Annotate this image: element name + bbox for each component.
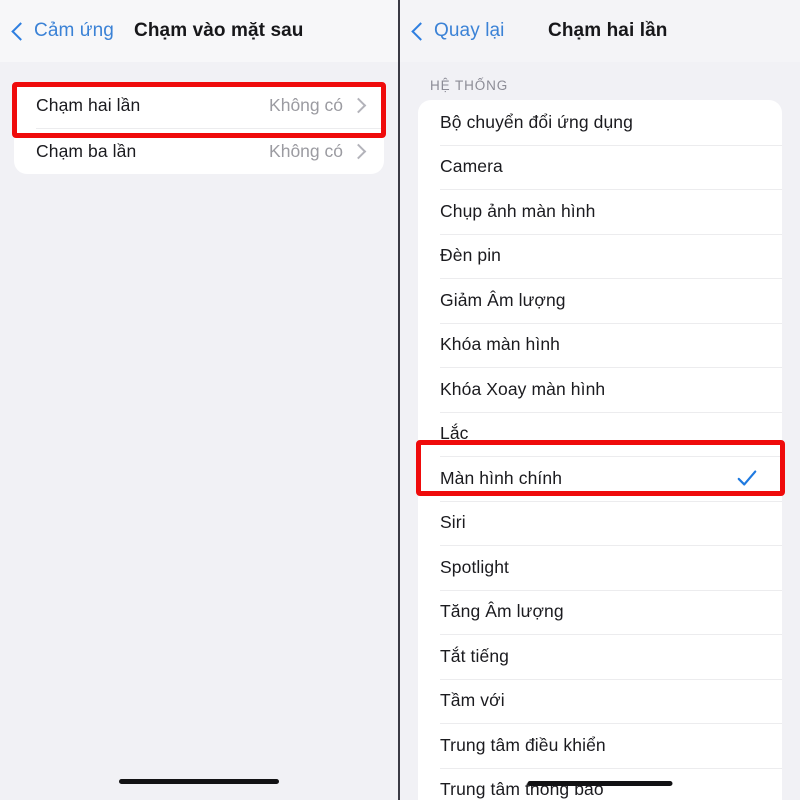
right-phone-panel: Quay lại Chạm hai lần HỆ THỐNG Bộ chuyển… [400, 0, 800, 800]
action-row[interactable]: Đèn pin [418, 233, 782, 279]
action-row[interactable]: Khóa Xoay màn hình [418, 367, 782, 412]
action-row-label: Siri [440, 512, 466, 533]
action-row-label: Khóa màn hình [440, 334, 560, 355]
action-row-label: Trung tâm điều khiển [440, 734, 606, 755]
section-header-he-thong: HỆ THỐNG [430, 78, 509, 93]
action-row-label: Chụp ảnh màn hình [440, 200, 596, 221]
row-value: Không có [269, 140, 343, 161]
right-list-scroll-area[interactable]: Bộ chuyển đổi ứng dụng Camera Chụp ảnh màn… [400, 100, 800, 800]
right-back-label: Quay lại [434, 20, 505, 41]
action-row[interactable]: Trung tâm điều khiển [418, 723, 782, 768]
left-back-label: Cảm ứng [34, 20, 114, 41]
left-page-title: Chạm vào mặt sau [134, 20, 304, 41]
dual-phone-screenshot: Cảm ứng Chạm vào mặt sau Chạm hai lần Kh… [0, 0, 800, 800]
chevron-left-icon [11, 22, 30, 41]
action-row-label: Spotlight [440, 556, 510, 577]
action-row[interactable]: Tầm với [418, 678, 782, 724]
right-home-indicator [527, 781, 673, 786]
action-row-label: Lắc [440, 423, 469, 444]
right-back-button[interactable]: Quay lại [411, 20, 505, 42]
right-page-title: Chạm hai lần [548, 20, 668, 41]
right-navigation-bar: Quay lại Chạm hai lần [400, 0, 800, 62]
chevron-right-icon [350, 143, 367, 159]
checkmark-icon [737, 470, 757, 486]
row-cham-ba-lan[interactable]: Chạm ba lần Không có [14, 128, 384, 174]
action-list-card: Bộ chuyển đổi ứng dụng Camera Chụp ảnh màn… [418, 100, 782, 800]
action-row-label: Tầm với [440, 690, 505, 711]
left-spacer [0, 62, 398, 82]
row-cham-hai-lan[interactable]: Chạm hai lần Không có [14, 82, 384, 128]
action-row[interactable]: Tắt tiếng [418, 634, 782, 679]
action-row[interactable]: Lắc [418, 411, 782, 457]
left-navigation-bar: Cảm ứng Chạm vào mặt sau [0, 0, 398, 62]
action-row-label: Bộ chuyển đổi ứng dụng [440, 111, 633, 132]
action-row-label: Giảm Âm lượng [440, 289, 566, 310]
action-row[interactable]: Tăng Âm lượng [418, 589, 782, 635]
row-value: Không có [269, 94, 343, 115]
action-row-label: Tắt tiếng [440, 645, 509, 666]
action-row-label: Đèn pin [440, 245, 502, 266]
action-row-label: Camera [440, 156, 503, 177]
action-row[interactable]: Giảm Âm lượng [418, 278, 782, 323]
action-row[interactable]: Khóa màn hình [418, 322, 782, 368]
left-settings-card: Chạm hai lần Không có Chạm ba lần Không … [14, 82, 384, 174]
action-row[interactable]: Siri [418, 500, 782, 546]
row-label: Chạm ba lần [36, 140, 137, 161]
left-back-button[interactable]: Cảm ứng [11, 20, 114, 42]
action-row-label: Tăng Âm lượng [440, 601, 564, 622]
action-row[interactable]: Chụp ảnh màn hình [418, 189, 782, 234]
left-home-indicator [119, 779, 279, 784]
row-label: Chạm hai lần [36, 94, 141, 115]
action-row[interactable]: Bộ chuyển đổi ứng dụng [418, 100, 782, 145]
action-row-label: Khóa Xoay màn hình [440, 378, 606, 399]
action-row[interactable]: Spotlight [418, 545, 782, 590]
chevron-right-icon [350, 97, 367, 113]
action-row-label: Màn hình chính [440, 467, 563, 488]
action-row[interactable]: Màn hình chính [418, 456, 782, 501]
chevron-left-icon [411, 22, 430, 41]
left-phone-panel: Cảm ứng Chạm vào mặt sau Chạm hai lần Kh… [0, 0, 398, 800]
action-row[interactable]: Camera [418, 144, 782, 190]
